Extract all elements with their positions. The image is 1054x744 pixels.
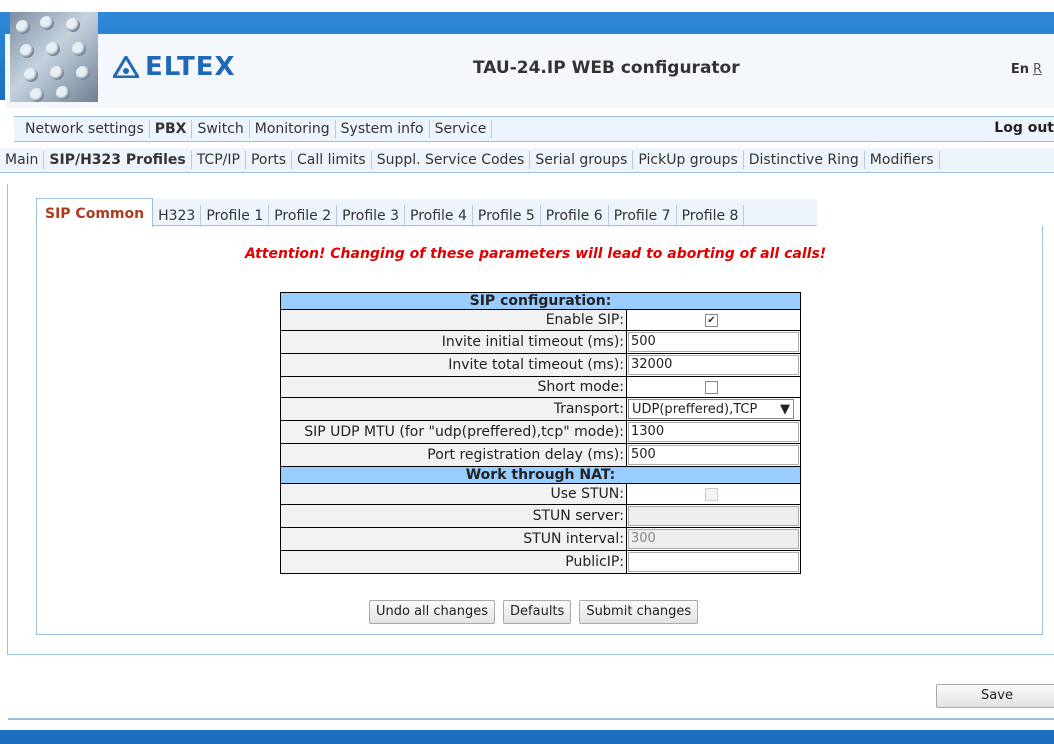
tab-profile-4[interactable]: Profile 4	[405, 205, 473, 227]
submenu-item-main[interactable]: Main	[0, 151, 45, 169]
page-title: TAU-24.IP WEB configurator	[473, 58, 740, 78]
submenu-item-modifiers[interactable]: Modifiers	[865, 151, 940, 169]
menu-item-pbx[interactable]: PBX	[150, 120, 193, 138]
undo-all-changes-button[interactable]: Undo all changes	[369, 600, 496, 624]
submit-changes-button[interactable]: Submit changes	[579, 600, 699, 624]
short-mode-label: Short mode:	[280, 376, 627, 398]
lang-ru[interactable]: R	[1033, 62, 1042, 77]
transport-label: Transport:	[280, 397, 627, 421]
submenu-item-serial-groups[interactable]: Serial groups	[530, 151, 634, 169]
tab-profile-7[interactable]: Profile 7	[609, 205, 677, 227]
save-button[interactable]: Save	[936, 684, 1054, 708]
submenu-item-pickup-groups[interactable]: PickUp groups	[633, 151, 744, 169]
use-stun-label: Use STUN:	[280, 483, 627, 505]
language-selector[interactable]: En R	[1011, 62, 1042, 77]
public-ip-input[interactable]	[628, 552, 799, 572]
eltex-logo: ELTEX	[113, 52, 236, 82]
public-ip-label: PublicIP:	[280, 550, 627, 574]
defaults-button[interactable]: Defaults	[503, 600, 572, 624]
submenu-item-call-limits[interactable]: Call limits	[292, 151, 372, 169]
sub-menu: Main SIP/H323 Profiles TCP/IP Ports Call lim…	[0, 148, 1054, 173]
form-buttons: Undo all changes Defaults Submit changes	[369, 600, 699, 624]
invite-initial-input[interactable]: 500	[628, 332, 799, 352]
submenu-item-suppl-service-codes[interactable]: Suppl. Service Codes	[372, 151, 531, 169]
logout-link[interactable]: Log out	[994, 120, 1054, 136]
menu-item-system-info[interactable]: System info	[336, 120, 430, 138]
tab-profile-5[interactable]: Profile 5	[473, 205, 541, 227]
mtu-label: SIP UDP MTU (for "udp(preffered),tcp" mo…	[280, 420, 627, 444]
tab-sip-common[interactable]: SIP Common	[36, 198, 154, 227]
nat-header: Work through NAT:	[280, 466, 801, 484]
footer	[0, 730, 1054, 744]
menu-item-service[interactable]: Service	[430, 120, 493, 138]
tab-profile-2[interactable]: Profile 2	[269, 205, 338, 227]
eltex-logo-icon	[113, 56, 139, 78]
chevron-down-icon: ▼	[780, 402, 790, 417]
tab-profile-6[interactable]: Profile 6	[541, 205, 609, 227]
sip-config-table: SIP configuration: Enable SIP: ✔ Invite …	[280, 292, 801, 574]
enable-sip-label: Enable SIP:	[280, 309, 627, 331]
invite-total-input[interactable]: 32000	[628, 355, 799, 375]
menu-item-monitoring[interactable]: Monitoring	[250, 120, 336, 138]
transport-value: UDP(preffered),TCP	[632, 402, 758, 417]
main-menu: Network settings PBX Switch Monitoring Syste…	[14, 116, 1054, 142]
port-reg-delay-input[interactable]: 500	[628, 445, 799, 465]
submenu-item-distinctive-ring[interactable]: Distinctive Ring	[744, 151, 865, 169]
stun-server-input[interactable]	[628, 506, 799, 526]
stun-interval-label: STUN interval:	[280, 527, 627, 551]
logo-text: ELTEX	[145, 52, 236, 82]
tab-profile-3[interactable]: Profile 3	[337, 205, 406, 227]
mtu-input[interactable]: 1300	[628, 422, 799, 442]
enable-sip-checkbox[interactable]: ✔	[705, 313, 718, 327]
transport-select[interactable]: UDP(preffered),TCP ▼	[628, 399, 794, 419]
footer-line	[8, 718, 1054, 720]
invite-total-label: Invite total timeout (ms):	[280, 353, 627, 377]
use-stun-checkbox[interactable]	[705, 487, 718, 501]
invite-initial-label: Invite initial timeout (ms):	[280, 330, 627, 354]
submenu-item-ports[interactable]: Ports	[246, 151, 293, 169]
tab-profile-8[interactable]: Profile 8	[677, 205, 745, 227]
lang-en[interactable]: En	[1011, 62, 1029, 77]
submenu-item-tcp-ip[interactable]: TCP/IP	[192, 151, 246, 169]
stun-server-label: STUN server:	[280, 504, 627, 528]
port-reg-delay-label: Port registration delay (ms):	[280, 443, 627, 467]
stun-interval-input[interactable]: 300	[628, 529, 799, 549]
attention-message: Attention! Changing of these parameters …	[245, 246, 827, 262]
sip-config-header: SIP configuration:	[280, 292, 801, 310]
top-strip	[0, 0, 1054, 12]
tab-profile-1[interactable]: Profile 1	[201, 205, 270, 227]
submenu-item-sip-h323-profiles[interactable]: SIP/H323 Profiles	[44, 151, 192, 169]
short-mode-checkbox[interactable]	[705, 380, 718, 394]
phone-keypad-image	[10, 12, 98, 102]
menu-item-network-settings[interactable]: Network settings	[20, 120, 150, 138]
tab-h323[interactable]: H323	[153, 205, 202, 227]
profile-tabs: SIP Common H323 Profile 1 Profile 2 Profile …	[36, 198, 745, 227]
menu-item-switch[interactable]: Switch	[192, 120, 250, 138]
